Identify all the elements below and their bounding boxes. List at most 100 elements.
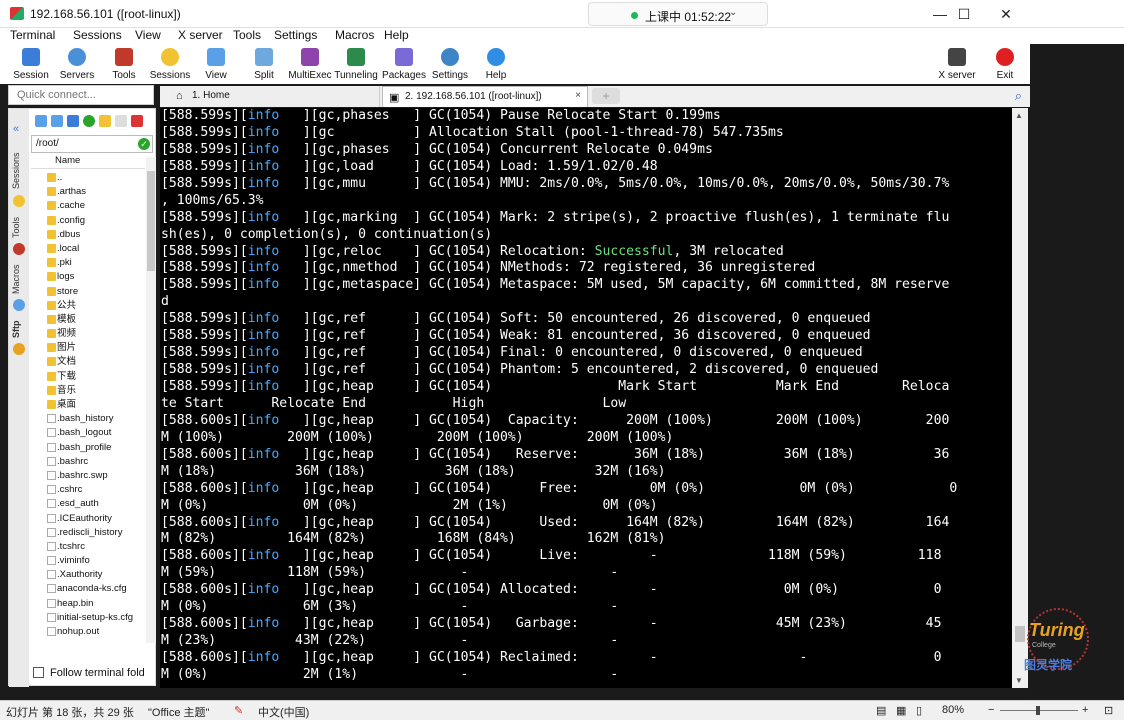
- file-list-item[interactable]: perf.data: [31, 639, 145, 641]
- settings-button[interactable]: Settings: [428, 44, 472, 84]
- vtab-sftp[interactable]: Sftp: [11, 317, 27, 341]
- file-list-item[interactable]: .config: [31, 214, 145, 228]
- scroll-down-icon[interactable]: ▼: [1015, 676, 1023, 685]
- x-server-button[interactable]: X server: [934, 44, 980, 84]
- file-list-item[interactable]: 模板: [31, 313, 145, 327]
- file-list-item[interactable]: .bashrc.swp: [31, 469, 145, 483]
- file-list-item[interactable]: .ICEauthority: [31, 512, 145, 526]
- menu-macros[interactable]: Macros: [335, 28, 374, 42]
- file-list-item[interactable]: heap.bin: [31, 597, 145, 611]
- file-list-item[interactable]: .tcshrc: [31, 540, 145, 554]
- file-list-item[interactable]: 下载: [31, 370, 145, 384]
- tools-button[interactable]: Tools: [104, 44, 144, 84]
- menu-terminal[interactable]: Terminal: [10, 28, 55, 42]
- new-file-icon[interactable]: [115, 115, 127, 127]
- file-list-item[interactable]: nohup.out: [31, 625, 145, 639]
- file-list-item[interactable]: .pki: [31, 256, 145, 270]
- file-list-item[interactable]: 图片: [31, 341, 145, 355]
- file-list-item[interactable]: .bashrc: [31, 455, 145, 469]
- file-list-item[interactable]: .bash_logout: [31, 426, 145, 440]
- file-list-item[interactable]: 文档: [31, 355, 145, 369]
- follow-terminal-folder[interactable]: Follow terminal fold: [33, 667, 145, 679]
- file-list-item[interactable]: 视频: [31, 327, 145, 341]
- file-list-item[interactable]: store: [31, 285, 145, 299]
- file-list-item[interactable]: ..: [31, 171, 145, 185]
- spellcheck-icon[interactable]: ✎: [234, 704, 243, 717]
- file-list-header[interactable]: Name: [31, 155, 145, 169]
- folder-icon: [47, 272, 56, 282]
- tab-home[interactable]: ⌂ 1. Home: [170, 86, 380, 107]
- scroll-up-icon[interactable]: ▲: [1015, 111, 1023, 120]
- menu-sessions[interactable]: Sessions: [73, 28, 122, 42]
- multiexec-button[interactable]: MultiExec: [288, 44, 332, 84]
- download-icon[interactable]: [35, 115, 47, 127]
- file-list-item[interactable]: logs: [31, 270, 145, 284]
- sorter-view-icon[interactable]: ▦: [896, 704, 906, 717]
- path-field[interactable]: /root/ ✓: [31, 135, 153, 153]
- sessions-button[interactable]: Sessions: [148, 44, 192, 84]
- tab-session[interactable]: ▣ 2. 192.168.56.101 ([root-linux]) ×: [382, 86, 588, 107]
- help-button[interactable]: Help: [476, 44, 516, 84]
- up-folder-icon[interactable]: [67, 115, 79, 127]
- menu-view[interactable]: View: [135, 28, 161, 42]
- file-list-item[interactable]: .bash_profile: [31, 441, 145, 455]
- file-list-scrollbar[interactable]: [146, 157, 156, 643]
- file-list-item[interactable]: .esd_auth: [31, 497, 145, 511]
- file-list-item[interactable]: .cshrc: [31, 483, 145, 497]
- chevron-down-icon[interactable]: ⌄: [729, 7, 737, 18]
- zoom-slider-knob[interactable]: [1036, 706, 1040, 715]
- tab-session-label: 2. 192.168.56.101 ([root-linux]): [405, 91, 542, 102]
- file-list-item[interactable]: .cache: [31, 199, 145, 213]
- session-timer[interactable]: 上课中 01:52:22 ⌄: [588, 2, 768, 26]
- file-list-item[interactable]: .rediscli_history: [31, 526, 145, 540]
- tab-close-icon[interactable]: ×: [575, 90, 581, 101]
- paperclip-icon[interactable]: ⌕: [1015, 88, 1022, 104]
- exit-button[interactable]: Exit: [988, 44, 1022, 84]
- delete-icon[interactable]: [131, 115, 143, 127]
- session-button[interactable]: Session: [10, 44, 52, 84]
- quick-connect-input[interactable]: [8, 85, 154, 105]
- servers-button[interactable]: Servers: [56, 44, 98, 84]
- follow-checkbox[interactable]: [33, 667, 44, 678]
- normal-view-icon[interactable]: ▤: [876, 704, 886, 717]
- file-list-item[interactable]: anaconda-ks.cfg: [31, 582, 145, 596]
- reading-view-icon[interactable]: ▯: [916, 704, 922, 717]
- file-list-item[interactable]: .viminfo: [31, 554, 145, 568]
- menu-help[interactable]: Help: [384, 28, 409, 42]
- file-list-item[interactable]: .bash_history: [31, 412, 145, 426]
- upload-icon[interactable]: [51, 115, 63, 127]
- file-list-item[interactable]: 公共: [31, 299, 145, 313]
- view-button[interactable]: View: [196, 44, 236, 84]
- file-list-item[interactable]: .Xauthority: [31, 568, 145, 582]
- new-tab-button[interactable]: +: [592, 88, 620, 104]
- file-list-item[interactable]: .dbus: [31, 228, 145, 242]
- refresh-icon[interactable]: [83, 115, 95, 127]
- menu-tools[interactable]: Tools: [233, 28, 261, 42]
- new-folder-icon[interactable]: [99, 115, 111, 127]
- fit-window-icon[interactable]: ⊡: [1104, 704, 1113, 717]
- menu-settings[interactable]: Settings: [274, 28, 317, 42]
- collapse-icon[interactable]: «: [13, 123, 25, 135]
- file-list-item[interactable]: 桌面: [31, 398, 145, 412]
- file-list-item[interactable]: 音乐: [31, 384, 145, 398]
- packages-button[interactable]: Packages: [382, 44, 426, 84]
- check-icon[interactable]: ✓: [138, 138, 150, 150]
- file-list-item[interactable]: .arthas: [31, 185, 145, 199]
- vtab-sessions[interactable]: Sessions: [11, 149, 27, 193]
- terminal-scrollbar[interactable]: ▲ ▼: [1012, 108, 1028, 688]
- vtab-tools[interactable]: Tools: [11, 213, 27, 241]
- terminal-line: sh(es), 0 completion(s), 0 continuation(…: [160, 227, 1012, 244]
- tunneling-button[interactable]: Tunneling: [334, 44, 378, 84]
- file-name: 桌面: [57, 399, 77, 410]
- vtab-macros[interactable]: Macros: [11, 261, 27, 297]
- maximize-button[interactable]: ☐: [944, 2, 984, 26]
- close-button[interactable]: ✕: [986, 2, 1026, 26]
- zoom-in-icon[interactable]: +: [1082, 704, 1088, 716]
- split-button[interactable]: Split: [244, 44, 284, 84]
- terminal-output[interactable]: [588.599s][info ][gc,phases ] GC(1054) P…: [160, 108, 1012, 688]
- terminal-text: ][gc,ref ] GC(1054) Final: 0 encountered…: [279, 345, 863, 361]
- file-list-item[interactable]: initial-setup-ks.cfg: [31, 611, 145, 625]
- menu-x-server[interactable]: X server: [178, 28, 223, 42]
- zoom-out-icon[interactable]: −: [988, 704, 994, 716]
- file-list-item[interactable]: .local: [31, 242, 145, 256]
